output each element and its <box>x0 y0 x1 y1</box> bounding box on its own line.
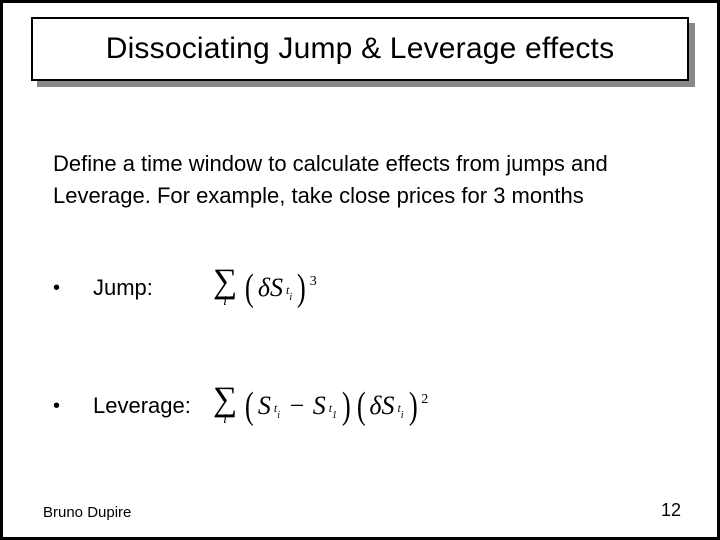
bullet-list: • Jump: ∑ i ( δSti )3 • Leverage: ∑ i ( <box>53 258 673 494</box>
body-paragraph: Define a time window to calculate effect… <box>53 148 673 212</box>
bullet-marker: • <box>53 277 93 300</box>
bullet-leverage: • Leverage: ∑ i ( Sti − St1 ) ( δSti )2 <box>53 376 673 436</box>
sigma-icon: ∑ i <box>213 385 237 428</box>
formula-leverage: ∑ i ( Sti − St1 ) ( δSti )2 <box>213 385 673 428</box>
footer-author: Bruno Dupire <box>43 504 131 521</box>
bullet-jump-label: Jump: <box>93 275 213 301</box>
bullet-jump: • Jump: ∑ i ( δSti )3 <box>53 258 673 318</box>
slide-title: Dissociating Jump & Leverage effects <box>106 32 615 66</box>
bullet-leverage-label: Leverage: <box>93 393 213 419</box>
slide-frame: Dissociating Jump & Leverage effects Def… <box>0 0 720 540</box>
footer-page-number: 12 <box>661 500 681 521</box>
title-container: Dissociating Jump & Leverage effects <box>31 17 695 87</box>
formula-jump: ∑ i ( δSti )3 <box>213 267 673 310</box>
title-box: Dissociating Jump & Leverage effects <box>31 17 689 81</box>
bullet-marker: • <box>53 395 93 418</box>
sigma-icon: ∑ i <box>213 267 237 310</box>
